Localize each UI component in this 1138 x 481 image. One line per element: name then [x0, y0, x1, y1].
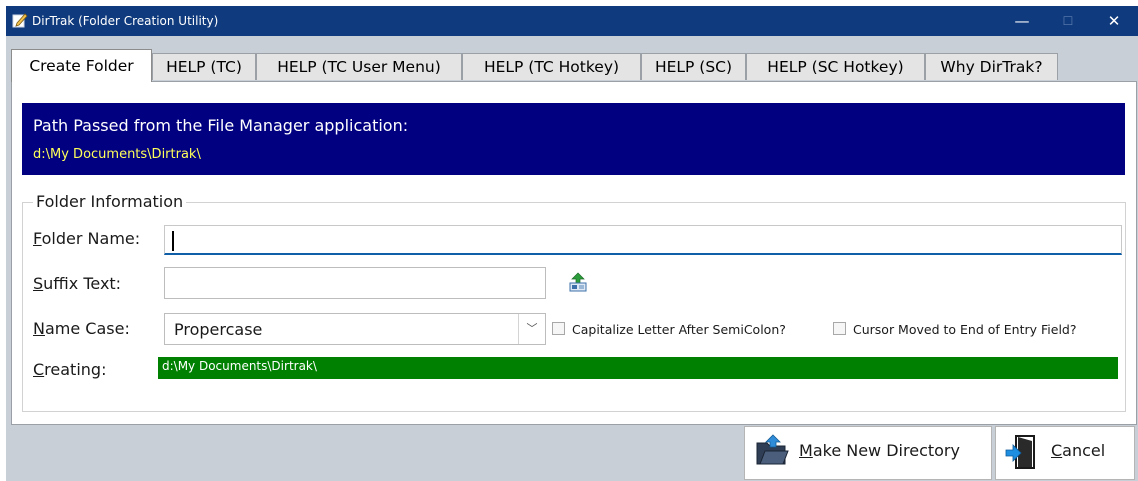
pencil-app-icon [12, 12, 28, 33]
maximize-button[interactable]: ☐ [1046, 6, 1090, 36]
creating-label: Creating: [33, 360, 107, 379]
make-new-directory-label: Make New Directory [799, 441, 960, 460]
path-label: Path Passed from the File Manager applic… [33, 116, 409, 135]
cancel-label: Cancel [1051, 441, 1106, 460]
folder-open-icon [754, 433, 790, 473]
tab-help-tc-hotkey[interactable]: HELP (TC Hotkey) [462, 53, 641, 80]
cursor-end-checkbox[interactable] [833, 322, 846, 335]
suffix-text-label: Suffix Text: [33, 274, 122, 293]
chevron-down-icon[interactable]: ﹀ [518, 314, 545, 344]
tab-help-tc-user-menu[interactable]: HELP (TC User Menu) [256, 53, 462, 80]
tab-strip: Create Folder HELP (TC) HELP (TC User Me… [11, 49, 1137, 82]
path-value: d:\My Documents\Dirtrak\ [33, 147, 201, 162]
cancel-button[interactable]: Cancel [995, 426, 1135, 480]
make-new-directory-button[interactable]: Make New Directory [744, 426, 992, 480]
tab-help-tc[interactable]: HELP (TC) [152, 53, 256, 80]
window-title: DirTrak (Folder Creation Utility) [32, 14, 219, 28]
capitalize-checkbox[interactable] [552, 322, 565, 335]
folder-name-input[interactable] [164, 225, 1122, 255]
text-caret [172, 231, 174, 251]
tab-why-dirtrak[interactable]: Why DirTrak? [925, 53, 1058, 80]
creating-path-value: d:\My Documents\Dirtrak\ [162, 359, 317, 373]
creating-path-bar: d:\My Documents\Dirtrak\ [158, 357, 1118, 379]
tab-help-sc-hotkey[interactable]: HELP (SC Hotkey) [746, 53, 925, 80]
app-window: DirTrak (Folder Creation Utility) — ☐ ✕ … [6, 6, 1138, 481]
tab-help-sc[interactable]: HELP (SC) [641, 53, 746, 80]
exit-door-icon [1004, 433, 1040, 475]
suffix-text-input[interactable] [164, 267, 546, 299]
folder-information-group: Folder Information Folder Name: Suffix T… [22, 192, 1126, 412]
name-case-label: Name Case: [33, 319, 130, 338]
folder-name-label: Folder Name: [33, 229, 141, 248]
cursor-end-checkbox-label: Cursor Moved to End of Entry Field? [853, 322, 1077, 337]
name-case-value: Propercase [174, 320, 263, 339]
capitalize-checkbox-label: Capitalize Letter After SemiColon? [572, 322, 786, 337]
group-title: Folder Information [33, 192, 187, 211]
insert-suffix-icon[interactable] [568, 271, 588, 298]
name-case-select[interactable]: Propercase ﹀ [164, 313, 546, 345]
title-bar: DirTrak (Folder Creation Utility) — ☐ ✕ [6, 6, 1138, 36]
path-info-box: Path Passed from the File Manager applic… [22, 103, 1125, 175]
minimize-button[interactable]: — [1000, 6, 1044, 36]
tab-create-folder[interactable]: Create Folder [11, 49, 152, 82]
close-button[interactable]: ✕ [1092, 6, 1136, 36]
create-folder-panel: Path Passed from the File Manager applic… [11, 81, 1137, 425]
